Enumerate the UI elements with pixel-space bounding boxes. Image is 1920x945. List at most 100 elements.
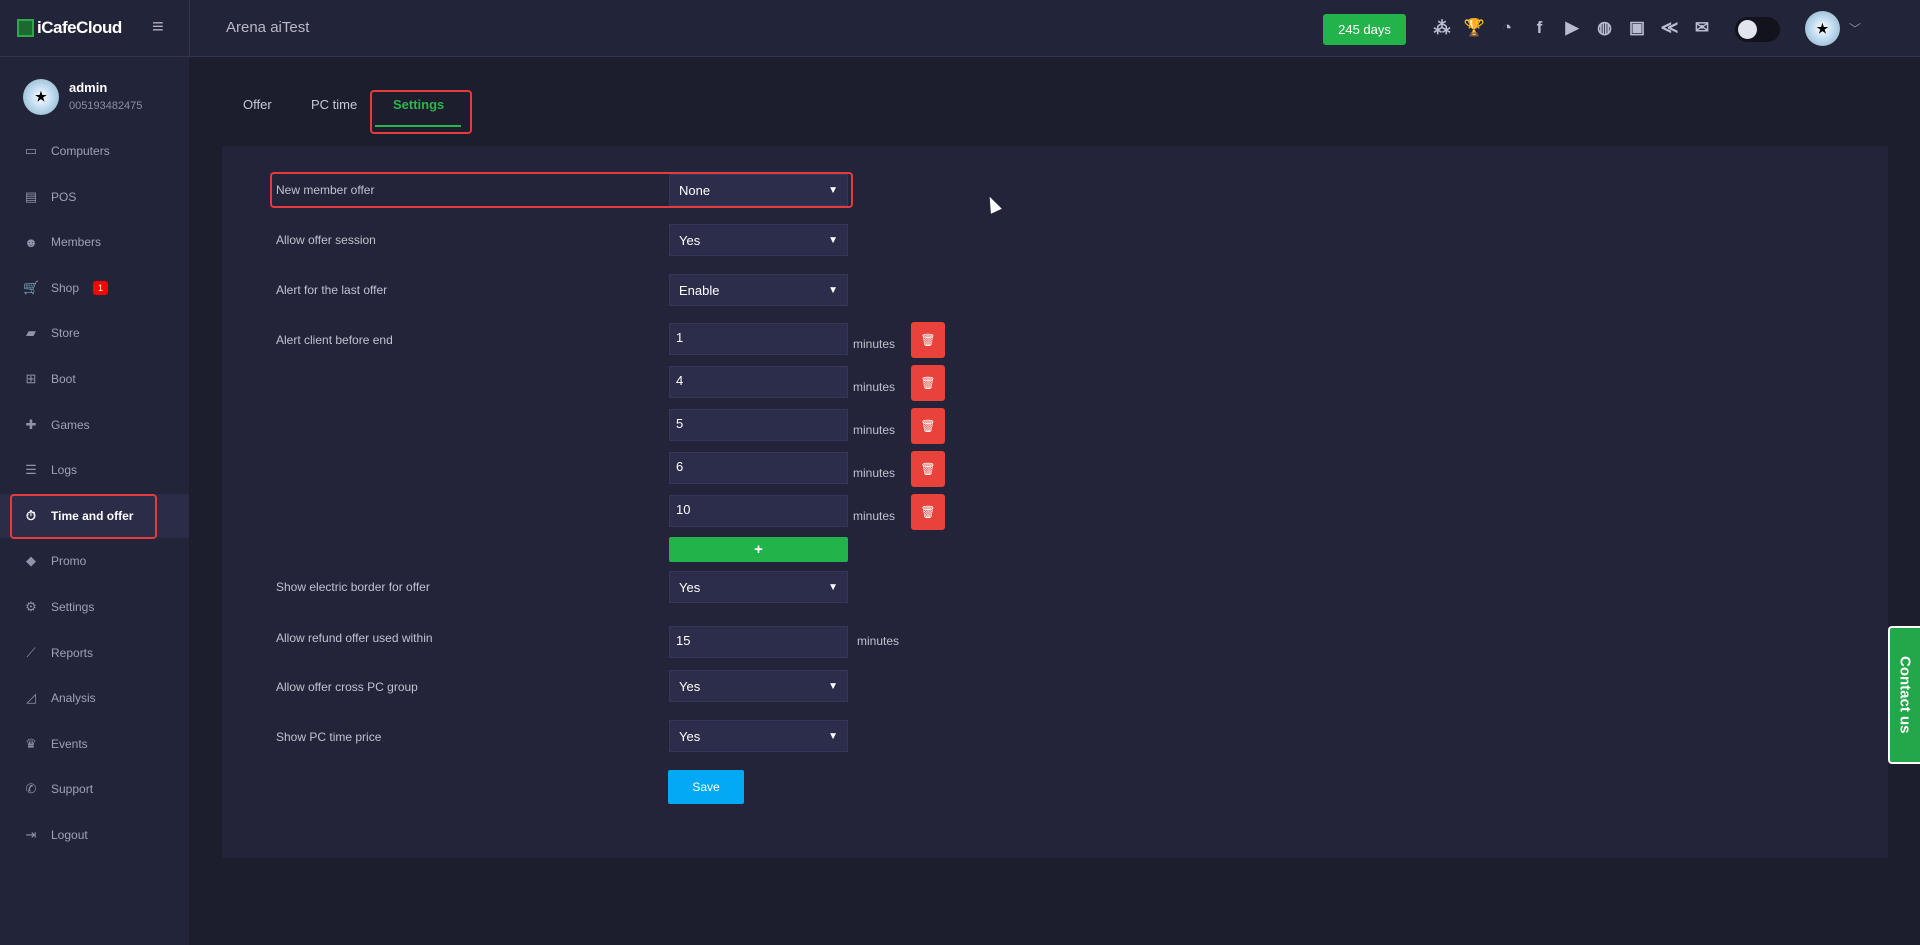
add-alert-button[interactable]: + xyxy=(669,537,848,562)
sidebar-item-members[interactable]: ☻ Members xyxy=(0,220,189,264)
sidebar-item-label: Members xyxy=(51,235,102,250)
delete-alert-button[interactable]: 🗑 xyxy=(911,408,945,444)
sync-icon[interactable]: ≪ xyxy=(1658,16,1682,40)
sidebar-item-logout[interactable]: ⇥ Logout xyxy=(0,813,189,857)
electric-border-label: Show electric border for offer xyxy=(276,580,430,594)
alert-minutes-input[interactable]: 10 xyxy=(669,495,848,527)
rss-icon[interactable]: ◔ xyxy=(1495,16,1519,40)
sidebar-item-label: Logs xyxy=(51,463,78,478)
highlight-box xyxy=(270,172,853,208)
sidebar-item-label: Boot xyxy=(51,372,76,386)
divider xyxy=(189,0,190,57)
chevron-down-icon[interactable]: ﹀ xyxy=(1849,20,1861,37)
sidebar-item-label: Analysis xyxy=(51,691,96,706)
chevron-down-icon: ▼ xyxy=(828,234,838,246)
trash-icon: 🗑 xyxy=(920,333,936,347)
contact-us-tab[interactable]: Contact us xyxy=(1888,626,1920,764)
youtube-icon[interactable]: ▶ xyxy=(1560,16,1584,40)
minutes-unit: minutes xyxy=(853,380,896,394)
select-value: Enable xyxy=(679,282,720,298)
shop-badge: 1 xyxy=(93,280,109,295)
profile-name: admin xyxy=(69,80,108,95)
sidebar-item-pos[interactable]: ▤ POS xyxy=(0,175,189,219)
globe-icon[interactable]: ◍ xyxy=(1593,16,1617,40)
members-icon: ☻ xyxy=(24,234,38,250)
minutes-unit: minutes xyxy=(853,509,896,523)
subscription-days-badge[interactable]: 245 days xyxy=(1323,14,1406,45)
sidebar-item-label: Settings xyxy=(51,600,95,614)
trash-icon: 🗑 xyxy=(920,376,936,390)
show-price-label: Show PC time price xyxy=(276,730,382,744)
show-price-select[interactable]: Yes ▼ xyxy=(669,720,848,752)
brand-logo[interactable]: iCafeCloud xyxy=(17,18,122,38)
sidebar-item-label: Games xyxy=(51,417,90,432)
delete-alert-button[interactable]: 🗑 xyxy=(911,451,945,487)
menu-toggle-icon[interactable]: ≡ xyxy=(152,16,164,39)
tab-offer[interactable]: Offer xyxy=(243,97,272,112)
allow-offer-session-label: Allow offer session xyxy=(276,233,376,247)
sidebar-item-label: Shop xyxy=(51,280,80,295)
delete-alert-button[interactable]: 🗑 xyxy=(911,494,945,530)
alert-minutes-input[interactable]: 5 xyxy=(669,409,848,441)
chevron-down-icon: ▼ xyxy=(828,581,838,593)
sidebar-item-store[interactable]: ▰ Store xyxy=(0,311,189,355)
chevron-down-icon: ▼ xyxy=(828,730,838,742)
sidebar-item-games[interactable]: ✚ Games xyxy=(0,403,189,447)
computers-icon: ▭ xyxy=(24,143,38,158)
sidebar-item-shop[interactable]: 🛒 Shop 1 xyxy=(0,266,189,310)
facebook-icon[interactable]: f xyxy=(1528,16,1552,40)
user-avatar[interactable]: ★ xyxy=(1805,11,1840,46)
brand-name: iCafeCloud xyxy=(37,18,122,37)
refund-within-input[interactable]: 15 xyxy=(669,626,848,658)
alert-last-offer-select[interactable]: Enable ▼ xyxy=(669,274,848,306)
minutes-unit: minutes xyxy=(853,466,896,480)
sidebar-item-boot[interactable]: ⊞ Boot xyxy=(0,357,189,401)
icafe-icon[interactable]: ▣ xyxy=(1625,16,1649,40)
chevron-down-icon: ▼ xyxy=(828,284,838,296)
trash-icon: 🗑 xyxy=(920,462,936,476)
logout-icon: ⇥ xyxy=(25,827,37,842)
settings-icon: ⚙ xyxy=(25,599,37,614)
sidebar-item-events[interactable]: ♛ Events xyxy=(0,722,189,766)
support-icon: ✆ xyxy=(25,781,37,797)
sidebar-item-label: Store xyxy=(51,326,80,341)
select-value: Yes xyxy=(679,728,701,744)
alert-minutes-input[interactable]: 1 xyxy=(669,323,848,355)
allow-offer-session-select[interactable]: Yes ▼ xyxy=(669,224,848,256)
delete-alert-button[interactable]: 🗑 xyxy=(911,365,945,401)
alert-minutes-input[interactable]: 4 xyxy=(669,366,848,398)
sidebar-item-label: Promo xyxy=(51,554,87,569)
profile-avatar: ★ xyxy=(23,79,59,115)
select-value: Yes xyxy=(679,232,701,248)
sidebar-item-promo[interactable]: ◆ Promo xyxy=(0,539,189,583)
electric-border-select[interactable]: Yes ▼ xyxy=(669,571,848,603)
trash-icon: 🗑 xyxy=(920,419,936,433)
delete-alert-button[interactable]: 🗑 xyxy=(911,322,945,358)
sidebar-item-computers[interactable]: ▭ Computers xyxy=(0,129,189,173)
games-icon: ✚ xyxy=(25,416,37,432)
profile-id: 005193482475 xyxy=(69,100,143,112)
trophy-icon[interactable]: 🏆 xyxy=(1463,16,1487,40)
minutes-unit: minutes xyxy=(853,423,896,437)
highlight-box xyxy=(10,494,157,539)
sidebar-item-support[interactable]: ✆ Support xyxy=(0,767,189,811)
sidebar-item-label: Computers xyxy=(51,144,110,158)
alert-minutes-input[interactable]: 6 xyxy=(669,452,848,484)
sidebar-item-analysis[interactable]: ◿ Analysis xyxy=(0,676,189,720)
cross-group-select[interactable]: Yes ▼ xyxy=(669,670,848,702)
sidebar-item-settings[interactable]: ⚙ Settings xyxy=(0,585,189,629)
theme-toggle[interactable] xyxy=(1735,17,1780,42)
highlight-box xyxy=(370,90,472,134)
save-button[interactable]: Save xyxy=(668,770,744,804)
sidebar-item-logs[interactable]: ☰ Logs xyxy=(0,448,189,492)
store-icon: ▰ xyxy=(26,325,36,341)
cross-group-label: Allow offer cross PC group xyxy=(276,680,418,694)
sidebar-item-reports[interactable]: ⟋ Reports xyxy=(0,631,189,675)
mail-icon[interactable]: ✉ xyxy=(1690,16,1714,40)
top-header: iCafeCloud ≡ Arena aiTest 245 days ⁂ 🏆 ◔ f ▶… xyxy=(0,0,1920,57)
trash-icon: 🗑 xyxy=(920,505,936,519)
ranking-icon[interactable]: ⁂ xyxy=(1430,16,1454,40)
tab-pc-time[interactable]: PC time xyxy=(311,97,357,112)
sidebar-item-label: POS xyxy=(51,189,77,204)
refund-within-label: Allow refund offer used within xyxy=(276,631,433,645)
